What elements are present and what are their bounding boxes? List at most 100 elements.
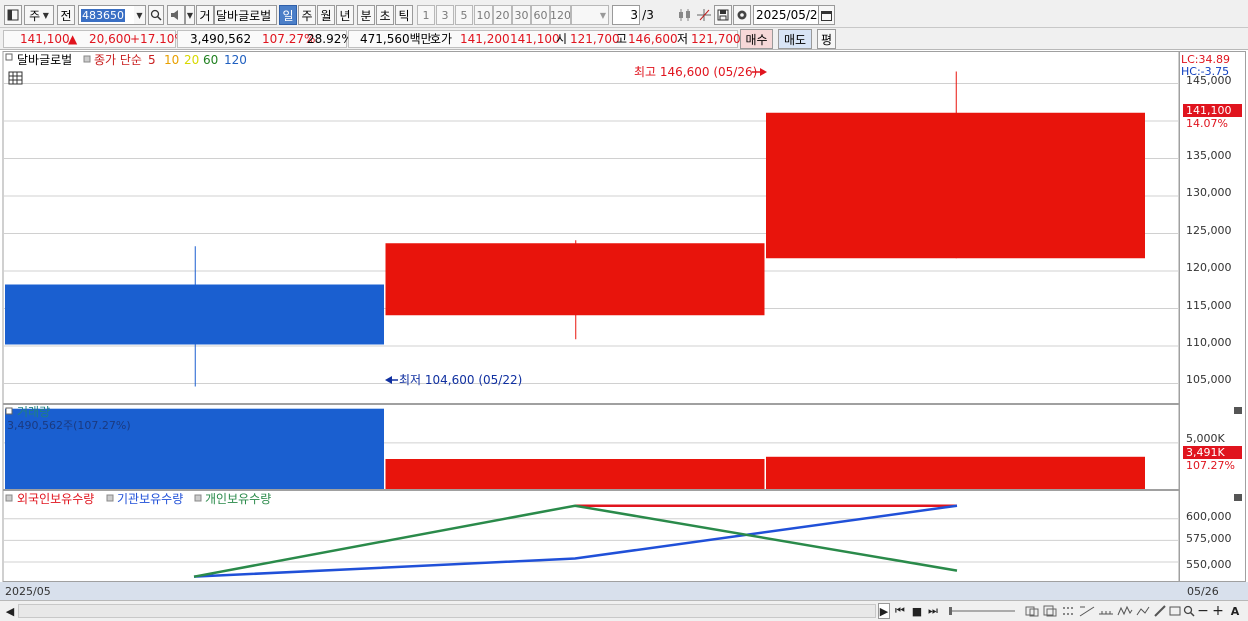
zoom-search-icon[interactable] (1182, 603, 1196, 619)
interval-60-button[interactable]: 60 (531, 5, 550, 25)
legend-individual[interactable]: 개인보유수량 (205, 492, 271, 506)
horizontal-scrollbar[interactable] (18, 604, 876, 618)
period-month-button[interactable]: 월 (317, 5, 335, 25)
ma-period-5: 5 (148, 53, 156, 67)
main-toolbar: 주 ▼ 전 483650 ▼ ▼ 거 달바글로벌 일 주 월 년 분 초 틱 1… (0, 0, 1248, 28)
y-tick-125000: 125,000 (1186, 224, 1232, 237)
ruler-icon[interactable] (1097, 603, 1115, 619)
high-price: 146,600 (628, 32, 678, 46)
period-year-button[interactable]: 년 (336, 5, 354, 25)
zoom-slider[interactable] (947, 603, 1017, 619)
window-menu-icon[interactable] (4, 5, 22, 25)
gear-icon[interactable] (733, 5, 751, 25)
save-icon[interactable] (714, 5, 732, 25)
pencil-icon[interactable] (1152, 603, 1168, 619)
volume-bar (385, 459, 765, 489)
period-day-button[interactable]: 일 (279, 5, 297, 25)
current-price: 141,100 (20, 32, 70, 46)
period-tick-button[interactable]: 틱 (395, 5, 413, 25)
x-axis-bar (0, 582, 1248, 601)
legend-institution[interactable]: 기관보유수량 (117, 492, 183, 506)
y-tick-110000: 110,000 (1186, 336, 1232, 349)
candle-body (766, 112, 1145, 259)
institution-legend-box (106, 494, 114, 502)
x-axis-right-label: 05/26 (1187, 585, 1219, 598)
sell-button[interactable]: 매도 (778, 29, 812, 49)
stock-code-input[interactable]: 483650 (78, 5, 136, 25)
stock-name-field[interactable]: 달바글로벌 (214, 5, 277, 25)
speaker-icon[interactable] (167, 5, 185, 25)
collapse-icon[interactable] (5, 53, 13, 61)
holdings-y-tick-600000: 600,000 (1186, 510, 1232, 523)
interval-custom-select[interactable]: ▼ (571, 5, 609, 25)
crosshair-icon[interactable] (695, 5, 713, 25)
interval-10-button[interactable]: 10 (474, 5, 493, 25)
ma-period-120: 120 (224, 53, 247, 67)
page-input[interactable]: 3 (612, 5, 640, 25)
calendar-icon[interactable] (818, 5, 835, 25)
y-tick-130000: 130,000 (1186, 186, 1232, 199)
candle-type-icon[interactable] (676, 5, 694, 25)
period-week-button[interactable]: 주 (298, 5, 316, 25)
interval-5-button[interactable]: 5 (455, 5, 473, 25)
interval-1-button[interactable]: 1 (417, 5, 435, 25)
trendline-icon[interactable] (1078, 603, 1096, 619)
table-view-icon[interactable] (8, 71, 23, 85)
quote-volume: 3,490,562 (190, 32, 252, 46)
fast-forward-icon[interactable]: ⏭ (926, 603, 940, 619)
market-select[interactable]: 주 ▼ (24, 5, 54, 25)
low-label: 저 (677, 32, 689, 46)
search-icon[interactable] (148, 5, 164, 25)
ma-legend-box (83, 55, 91, 63)
grid-dots-icon[interactable] (1060, 603, 1076, 619)
chart-canvas[interactable]: 달바글로벌 종가 단순 5 10 20 60 120 LC:34.89 HC:-… (0, 51, 1248, 601)
candle-body (385, 243, 765, 316)
volume-collapse-icon[interactable] (5, 407, 13, 415)
font-size-icon[interactable]: A (1228, 603, 1242, 619)
legend-foreign[interactable]: 외국인보유수량 (17, 492, 94, 506)
stop-icon[interactable]: ■ (910, 603, 924, 619)
holdings-y-tick-575000: 575,000 (1186, 532, 1232, 545)
volume-panel-close-icon[interactable] (1234, 407, 1242, 414)
quote-bar: 141,100 ▲ 20,600 +17.10% 3,490,562 107.2… (0, 28, 1248, 50)
quote-amount: 471,560백만 (360, 32, 432, 46)
interval-3-button[interactable]: 3 (436, 5, 454, 25)
pattern-icon[interactable] (1135, 603, 1151, 619)
stock-code-dropdown-icon[interactable]: ▼ (134, 5, 146, 25)
scroll-left-icon[interactable]: ◀ (4, 603, 16, 619)
ma-period-20: 20 (184, 53, 199, 67)
wave-icon[interactable] (1116, 603, 1134, 619)
multi-chart-icon[interactable] (1024, 603, 1040, 619)
foreign-legend-box (5, 494, 13, 502)
date-input[interactable]: 2025/05/26 (753, 5, 819, 25)
evaluate-button[interactable]: 평 (817, 29, 836, 49)
volume-bar (766, 456, 1145, 489)
high-label: 고 (616, 32, 628, 46)
scroll-right-icon[interactable]: ▶ (878, 603, 890, 619)
y-axis-frame (1179, 51, 1246, 582)
window-copy-icon[interactable] (1042, 603, 1058, 619)
period-second-button[interactable]: 초 (376, 5, 394, 25)
prev-button[interactable]: 전 (57, 5, 75, 25)
market-select-label: 주 (29, 8, 41, 23)
x-axis-left-label: 2025/05 (5, 585, 51, 598)
period-minute-button[interactable]: 분 (357, 5, 375, 25)
buy-button[interactable]: 매수 (740, 29, 773, 49)
holdings-panel-close-icon[interactable] (1234, 494, 1242, 501)
price-panel-stock-name[interactable]: 달바글로벌 (17, 53, 72, 67)
ma-label[interactable]: 종가 단순 (94, 53, 142, 67)
rewind-icon[interactable]: ⏮ (893, 603, 907, 619)
interval-20-button[interactable]: 20 (493, 5, 512, 25)
speaker-dropdown-icon[interactable]: ▼ (185, 5, 195, 25)
interval-30-button[interactable]: 30 (512, 5, 531, 25)
holdings-y-tick-550000: 550,000 (1186, 558, 1232, 571)
chart-area[interactable]: 달바글로벌 종가 단순 5 10 20 60 120 LC:34.89 HC:-… (0, 51, 1248, 601)
chart-settings-icon[interactable] (1168, 603, 1182, 619)
ma-period-60: 60 (203, 53, 218, 67)
volume-panel-title[interactable]: 거래량 (17, 405, 50, 419)
tr-button[interactable]: 거 (196, 5, 214, 25)
zoom-out-icon[interactable]: − (1197, 603, 1209, 619)
y-tick-135000: 135,000 (1186, 149, 1232, 162)
interval-120-button[interactable]: 120 (550, 5, 571, 25)
zoom-in-icon[interactable]: + (1212, 603, 1224, 619)
